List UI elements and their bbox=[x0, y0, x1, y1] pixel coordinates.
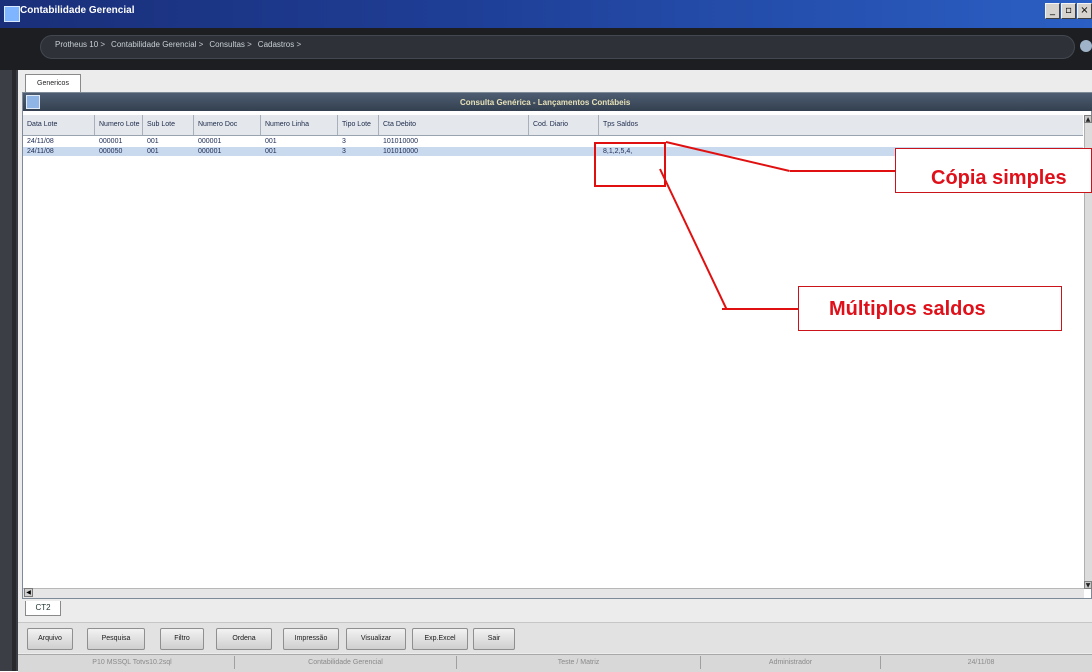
callout-multiple-balances: Múltiplos saldos bbox=[798, 286, 1062, 331]
tab-ct2[interactable]: CT2 bbox=[25, 601, 61, 616]
status-company: Teste / Matriz bbox=[457, 656, 701, 669]
highlight-box bbox=[594, 142, 666, 187]
table-cell: 001 bbox=[147, 138, 159, 145]
scroll-up-icon[interactable]: ▲ bbox=[1084, 115, 1092, 123]
window-title-bar bbox=[0, 0, 1092, 28]
exp-excel-button[interactable]: Exp.Excel bbox=[412, 628, 468, 650]
table-cell: 101010000 bbox=[383, 148, 419, 155]
column-header-cta-debito[interactable]: Cta Debito bbox=[379, 115, 529, 135]
globe-icon[interactable] bbox=[1080, 40, 1092, 52]
table-cell: 000001 bbox=[198, 148, 222, 155]
callout-simple-copy: Cópia simples bbox=[895, 148, 1092, 193]
horizontal-scrollbar[interactable] bbox=[23, 588, 1084, 598]
window-title: Contabilidade Gerencial bbox=[20, 5, 135, 16]
column-header-data-lote[interactable]: Data Lote bbox=[23, 115, 95, 135]
panel-icon bbox=[26, 95, 40, 109]
status-date: 24/11/08 bbox=[967, 659, 995, 666]
impressao-button[interactable]: Impressão bbox=[283, 628, 339, 650]
pesquisa-button[interactable]: Pesquisa bbox=[87, 628, 145, 650]
grid-header: Data Lote Numero Lote Sub Lote Numero Do… bbox=[23, 115, 1083, 136]
breadcrumb-item-protheus[interactable]: Protheus 10 > bbox=[55, 40, 105, 49]
table-cell: 001 bbox=[265, 138, 277, 145]
status-environment: P10 MSSQL Totvs10.2sql bbox=[30, 656, 235, 669]
connector-line bbox=[790, 170, 896, 172]
status-user: Administrador bbox=[701, 656, 881, 669]
column-header-tipo-lote[interactable]: Tipo Lote bbox=[338, 115, 379, 135]
column-header-numero-linha[interactable]: Numero Linha bbox=[261, 115, 338, 135]
scroll-down-icon[interactable]: ▼ bbox=[1084, 581, 1092, 589]
restore-button[interactable]: ▫ bbox=[1061, 3, 1076, 19]
column-header-numero-doc[interactable]: Numero Doc bbox=[194, 115, 261, 135]
table-cell: 3 bbox=[342, 148, 346, 155]
table-cell: 000001 bbox=[99, 138, 123, 145]
connector-line bbox=[722, 308, 799, 310]
window-controls: _ ▫ × bbox=[1042, 3, 1092, 23]
breadcrumb-item-consultas[interactable]: Consultas > bbox=[209, 40, 251, 49]
table-cell: 101010000 bbox=[383, 138, 419, 145]
table-row[interactable]: 24/11/08 000001 001 000001 001 3 1010100… bbox=[23, 137, 1083, 146]
column-header-sub-lote[interactable]: Sub Lote bbox=[143, 115, 194, 135]
status-module: Contabilidade Gerencial bbox=[235, 656, 457, 669]
minimize-button[interactable]: _ bbox=[1045, 3, 1060, 19]
panel-title: Consulta Genérica - Lançamentos Contábei… bbox=[460, 98, 631, 107]
table-cell: 000001 bbox=[198, 138, 222, 145]
breadcrumb-item-cadastros[interactable]: Cadastros > bbox=[258, 40, 301, 49]
table-cell: 24/11/08 bbox=[27, 148, 54, 155]
left-dock-edge bbox=[12, 70, 16, 671]
close-button[interactable]: × bbox=[1077, 3, 1092, 19]
visualizar-button[interactable]: Visualizar bbox=[346, 628, 406, 650]
app-icon bbox=[4, 6, 20, 22]
breadcrumb: Protheus 10 > Contabilidade Gerencial > … bbox=[55, 40, 301, 49]
table-cell: 24/11/08 bbox=[27, 138, 54, 145]
table-cell: 3 bbox=[342, 138, 346, 145]
table-cell: 000050 bbox=[99, 148, 123, 155]
ordena-button[interactable]: Ordena bbox=[216, 628, 272, 650]
arquivo-button[interactable]: Arquivo bbox=[27, 628, 73, 650]
column-header-tps-saldos[interactable]: Tps Saldos bbox=[599, 115, 1083, 135]
sair-button[interactable]: Sair bbox=[473, 628, 515, 650]
filtro-button[interactable]: Filtro bbox=[160, 628, 204, 650]
table-cell: 001 bbox=[147, 148, 159, 155]
breadcrumb-item-contabilidade[interactable]: Contabilidade Gerencial > bbox=[111, 40, 203, 49]
tab-genericos[interactable]: Genericos bbox=[25, 74, 81, 92]
table-cell: 001 bbox=[265, 148, 277, 155]
column-header-numero-lote[interactable]: Numero Lote bbox=[95, 115, 143, 135]
scroll-left-icon[interactable]: ◀ bbox=[24, 588, 33, 597]
column-header-cod-diario[interactable]: Cod. Diario bbox=[529, 115, 599, 135]
